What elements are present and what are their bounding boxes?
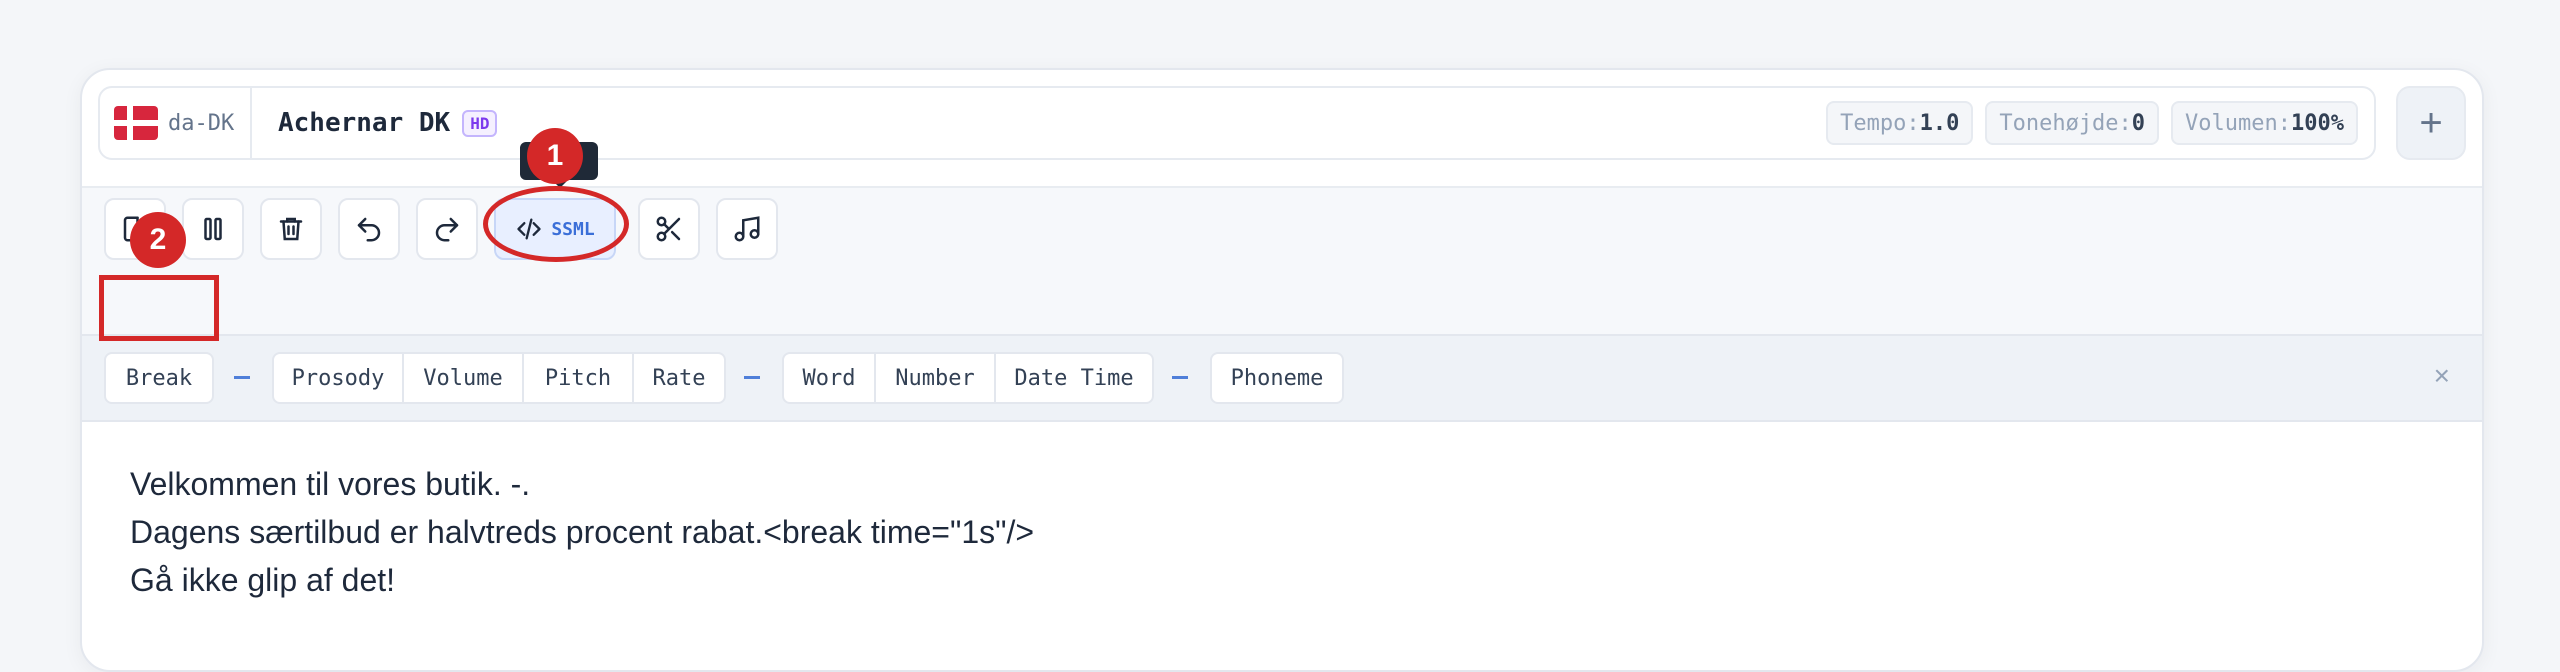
- volume-value: 100%: [2291, 110, 2344, 136]
- redo-icon: [435, 217, 459, 242]
- pitch-value: 0: [2131, 110, 2146, 136]
- voice-selector[interactable]: da-DK Achernar DK HD Tempo: 1.0 Tonehøjd…: [98, 86, 2376, 160]
- denmark-flag-icon: [114, 106, 158, 140]
- tempo-param[interactable]: Tempo: 1.0: [1826, 101, 1974, 145]
- annotation-step-1: 1: [527, 128, 583, 184]
- music-button[interactable]: [716, 198, 778, 260]
- undo-icon: [357, 217, 381, 242]
- undo-button[interactable]: [338, 198, 400, 260]
- voice-name: Achernar DK HD: [278, 88, 498, 158]
- tag-break[interactable]: Break: [104, 352, 214, 404]
- editor-toolbar: SSML: [82, 186, 2482, 336]
- music-note-icon: [734, 216, 760, 242]
- voice-name-label: Achernar DK: [278, 108, 451, 138]
- tag-number[interactable]: Number: [876, 352, 996, 404]
- tempo-value: 1.0: [1919, 110, 1960, 136]
- close-tag-bar-icon[interactable]: ×: [2434, 360, 2450, 392]
- annotation-ring-ssml: [483, 186, 629, 262]
- annotation-rect-break: [99, 275, 219, 341]
- cut-button[interactable]: [638, 198, 700, 260]
- editor-line: Dagens særtilbud er halvtreds procent ra…: [130, 514, 1035, 550]
- tag-volume[interactable]: Volume: [404, 352, 524, 404]
- tag-pitch[interactable]: Pitch: [524, 352, 634, 404]
- tag-phoneme[interactable]: Phoneme: [1210, 352, 1344, 404]
- tag-word[interactable]: Word: [782, 352, 876, 404]
- tag-prosody[interactable]: Prosody: [272, 352, 404, 404]
- pitch-param[interactable]: Tonehøjde: 0: [1985, 101, 2160, 145]
- voice-header: da-DK Achernar DK HD Tempo: 1.0 Tonehøjd…: [82, 70, 2482, 186]
- pause-icon: [204, 217, 222, 241]
- editor-line: Velkommen til vores butik. -.: [130, 466, 531, 502]
- ssml-tag-bar: Break Prosody Volume Pitch Rate Word Num…: [82, 334, 2482, 422]
- text-editor[interactable]: Velkommen til vores butik. -. Dagens sær…: [130, 460, 1034, 604]
- language-code: da-DK: [168, 110, 235, 136]
- annotation-step-2: 2: [130, 212, 186, 268]
- tempo-label: Tempo:: [1840, 110, 1920, 136]
- tts-editor-card: da-DK Achernar DK HD Tempo: 1.0 Tonehøjd…: [80, 68, 2484, 672]
- hd-badge: HD: [462, 109, 498, 137]
- editor-line: Gå ikke glip af det!: [130, 562, 396, 598]
- pause-button[interactable]: [182, 198, 244, 260]
- volume-label: Volumen:: [2185, 110, 2292, 136]
- pitch-label: Tonehøjde:: [1999, 110, 2132, 136]
- tag-date-time[interactable]: Date Time: [996, 352, 1154, 404]
- voice-params: Tempo: 1.0 Tonehøjde: 0 Volumen: 100%: [1826, 88, 2358, 158]
- trash-icon: [279, 217, 303, 241]
- group-separator: [744, 376, 760, 379]
- group-separator: [234, 376, 250, 379]
- language-selector[interactable]: da-DK: [100, 88, 252, 158]
- volume-param[interactable]: Volumen: 100%: [2171, 101, 2358, 145]
- plus-icon: +: [2419, 100, 2443, 145]
- add-voice-button[interactable]: +: [2396, 86, 2466, 160]
- tag-rate[interactable]: Rate: [634, 352, 726, 404]
- delete-button[interactable]: [260, 198, 322, 260]
- redo-button[interactable]: [416, 198, 478, 260]
- scissors-icon: [656, 216, 681, 242]
- group-separator: [1172, 376, 1188, 379]
